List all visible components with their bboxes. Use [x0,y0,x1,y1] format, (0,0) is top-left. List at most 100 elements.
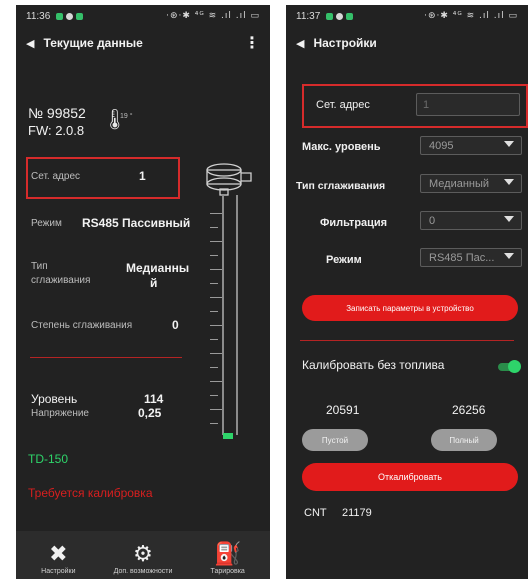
cnt-value: 21179 [342,507,372,519]
smoothing-degree-label: Степень сглаживания [31,320,133,331]
toggle-knob [508,360,521,373]
max-level-select[interactable]: 4095 [420,136,522,155]
voltage-value: 0,25 [138,406,162,420]
smoothing-type-label: Тип сглаживания [296,180,386,192]
gauge-tick [210,269,222,270]
calibrate-no-fuel-label: Калибровать без топлива [302,358,445,372]
current-data-screen: 11:36 ·⊛·✱ ⁴ᴳ ≋ .ıl .ıl ▭ ◀ Текущие данн… [16,5,270,579]
notification-icon [56,12,64,20]
gauge-tick [210,283,218,284]
empty-button[interactable]: Пустой [302,429,368,451]
gauge-tick [210,325,222,326]
gauge-tick [210,423,218,424]
notification-icon [66,12,74,20]
firmware-version: FW: 2.0.8 [28,123,85,138]
gauge-rail-left [222,195,224,435]
smoothing-type-label-line1: Тип [31,261,48,272]
net-address-input[interactable] [416,93,520,116]
sensor-model: TD-150 [28,452,69,466]
device-number: № 99852 [28,105,86,121]
mode-value: RS485 Пас... [429,251,495,264]
status-bar: 11:36 ·⊛·✱ ⁴ᴳ ≋ .ıl .ıl ▭ [16,5,270,27]
smoothing-degree-value: 0 [172,318,179,332]
notification-icon [76,12,84,20]
sensor-head-icon [206,163,252,196]
filtering-label: Фильтрация [320,217,388,229]
mode-select[interactable]: RS485 Пас... [420,248,522,267]
overflow-menu-icon[interactable]: ⋮ [244,33,260,53]
gauge-tick [210,241,222,242]
level-label: Уровень [31,392,78,406]
mode-label: Режим [31,218,62,229]
nav-settings-label: Настройки [41,568,76,575]
system-icons: ·⊛·✱ ⁴ᴳ ≋ .ıl .ıl ▭ [166,11,260,21]
page-title: Настройки [313,36,377,50]
max-level-value: 4095 [429,139,454,152]
nav-extra-features-label: Доп. возможности [113,568,173,575]
back-arrow-icon[interactable]: ◀ [296,37,304,50]
notification-icons [56,12,84,20]
dropdown-arrow-icon [504,253,514,259]
notification-icon [326,12,334,20]
calibrate-button[interactable]: Откалибровать [302,463,518,491]
settings-screen: 11:37 ·⊛·✱ ⁴ᴳ ≋ .ıl .ıl ▭ ◀ Настройки Се… [286,5,528,579]
gauge-tick [210,353,222,354]
system-icons: ·⊛·✱ ⁴ᴳ ≋ .ıl .ıl ▭ [424,11,518,21]
gauge-tick [210,297,222,298]
notification-icon [346,12,354,20]
nav-extra-features[interactable]: ⚙ Доп. возможности [101,531,186,579]
nav-calibration-table[interactable]: ⛽ Тарировка [185,531,270,579]
mode-value: RS485 Пассивный [82,216,191,230]
smoothing-type-label-line2: сглаживания [31,275,91,286]
divider [30,357,182,358]
dropdown-arrow-icon [504,179,514,185]
notification-icon [336,12,344,20]
net-address-label: Сет. адрес [316,99,370,111]
calibration-warning: Требуется калибровка [28,486,153,500]
filtering-value: 0 [429,214,436,227]
temperature-value: 19 ° [120,113,133,120]
dropdown-arrow-icon [504,141,514,147]
smoothing-type-value-line1: Медианны [126,261,190,275]
cnt-label: CNT [304,507,327,519]
gear-icon: ⚙ [133,542,153,567]
gauge-tick [210,395,218,396]
app-bar: ◀ Текущие данные ⋮ [16,27,270,59]
smoothing-type-select[interactable]: Медианный [420,174,522,193]
filtering-select[interactable]: 0 [420,211,522,230]
empty-value: 20591 [326,403,360,417]
nav-calibration-table-label: Тарировка [210,568,245,575]
gauge-tick [210,339,218,340]
back-arrow-icon[interactable]: ◀ [26,37,34,50]
full-button[interactable]: Полный [431,429,497,451]
gauge-level-marker [223,433,233,439]
calibrate-no-fuel-toggle[interactable] [498,360,521,373]
voltage-label: Напряжение [31,408,89,419]
gauge-tick [210,381,222,382]
gauge-rail-right [236,195,238,435]
fuel-can-icon: ⛽ [213,542,242,567]
gauge-tick [210,311,218,312]
divider [300,340,514,341]
net-address-label: Сет. адрес [31,171,80,182]
notification-icons [326,12,354,20]
nav-settings[interactable]: ✖ Настройки [16,531,101,579]
tools-icon: ✖ [49,542,68,567]
status-time: 11:36 [26,10,51,22]
gauge-tick [210,255,218,256]
app-bar: ◀ Настройки [286,27,528,59]
bottom-navigation: ✖ Настройки ⚙ Доп. возможности ⛽ Тариров… [16,531,270,579]
gauge-tick [210,213,222,214]
status-time: 11:37 [296,10,321,22]
smoothing-type-value: Медианный [429,177,490,190]
write-parameters-button[interactable]: Записать параметры в устройство [302,295,518,321]
dropdown-arrow-icon [504,216,514,222]
gauge-tick [210,409,222,410]
max-level-label: Макс. уровень [302,141,381,153]
page-title: Текущие данные [43,36,143,50]
status-bar: 11:37 ·⊛·✱ ⁴ᴳ ≋ .ıl .ıl ▭ [286,5,528,27]
net-address-value: 1 [139,169,146,183]
gauge-tick [210,227,218,228]
mode-label: Режим [326,254,362,266]
full-value: 26256 [452,403,486,417]
